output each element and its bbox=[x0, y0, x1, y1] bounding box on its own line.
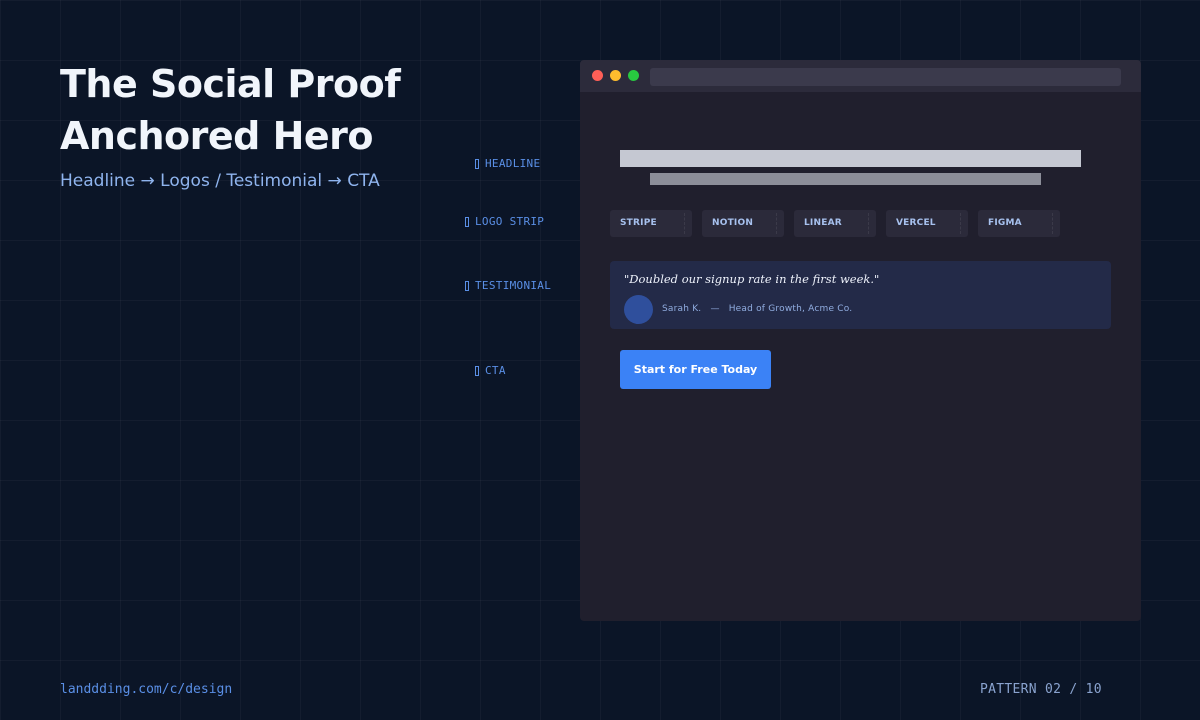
annotation-logo-strip: LOGO STRIP bbox=[465, 215, 544, 228]
logo-badge: FIGMA bbox=[978, 210, 1060, 237]
testimonial-attribution: Sarah K. — Head of Growth, Acme Co. bbox=[662, 304, 858, 314]
logo-badge: LINEAR bbox=[794, 210, 876, 237]
annotation-label: HEADLINE bbox=[485, 157, 541, 170]
avatar bbox=[624, 295, 653, 324]
cta-button[interactable]: Start for Free Today bbox=[620, 350, 771, 389]
testimonial-quote: "Doubled our signup rate in the first we… bbox=[624, 272, 880, 286]
logo-badge: VERCEL bbox=[886, 210, 968, 237]
testimonial-card: "Doubled our signup rate in the first we… bbox=[610, 261, 1111, 329]
pattern-counter: PATTERN 02 / 10 bbox=[980, 682, 1102, 697]
testimonial-author: Sarah K. bbox=[662, 304, 702, 314]
annotation-cta: CTA bbox=[475, 364, 506, 377]
minimize-dot-icon bbox=[610, 70, 621, 81]
annotation-headline: HEADLINE bbox=[475, 157, 540, 170]
attribution-separator: — bbox=[710, 304, 720, 314]
annotation-label: CTA bbox=[485, 364, 506, 377]
browser-chrome bbox=[580, 60, 1141, 92]
address-bar bbox=[650, 68, 1121, 86]
browser-mockup: STRIPE NOTION LINEAR VERCEL FIGMA "Doubl… bbox=[580, 60, 1141, 621]
logo-badge: NOTION bbox=[702, 210, 784, 237]
page-subtitle: Headline → Logos / Testimonial → CTA bbox=[60, 171, 380, 191]
annotation-label: LOGO STRIP bbox=[475, 215, 545, 228]
bracket-icon bbox=[475, 158, 479, 169]
close-dot-icon bbox=[592, 70, 603, 81]
bracket-icon bbox=[465, 280, 469, 291]
logo-badge: STRIPE bbox=[610, 210, 692, 237]
annotation-testimonial: TESTIMONIAL bbox=[465, 279, 551, 292]
annotation-label: TESTIMONIAL bbox=[475, 279, 552, 292]
logo-strip: STRIPE NOTION LINEAR VERCEL FIGMA bbox=[610, 210, 1060, 237]
maximize-dot-icon bbox=[628, 70, 639, 81]
bracket-icon bbox=[475, 365, 479, 376]
page-title: The Social Proof Anchored Hero bbox=[60, 62, 401, 158]
subheadline-placeholder bbox=[650, 173, 1041, 185]
footer-url[interactable]: landdding.com/c/design bbox=[60, 682, 232, 697]
testimonial-role: Head of Growth, Acme Co. bbox=[728, 304, 853, 314]
bracket-icon bbox=[465, 216, 469, 227]
headline-placeholder bbox=[620, 150, 1081, 167]
